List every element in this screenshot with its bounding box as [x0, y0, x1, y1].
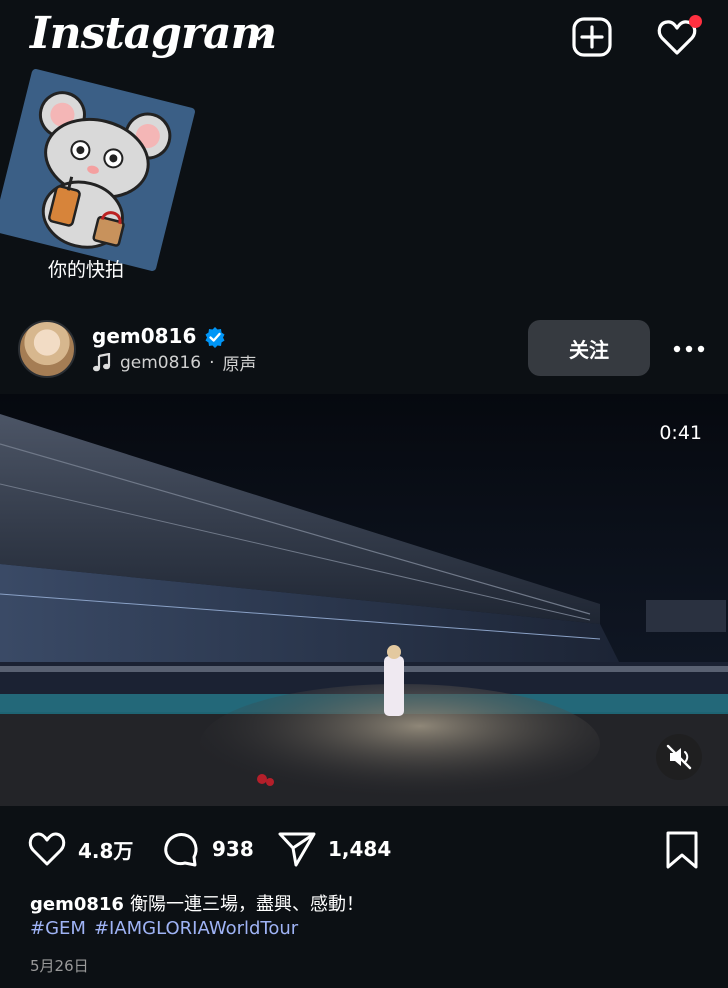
- comment-icon: [164, 833, 198, 867]
- video-duration: 0:41: [659, 422, 702, 444]
- more-options-icon[interactable]: [670, 338, 708, 360]
- comment-count: 938: [212, 837, 254, 861]
- comment-button[interactable]: 938: [160, 828, 254, 870]
- story-sticker[interactable]: [0, 68, 196, 272]
- audio-separator: ·: [209, 352, 215, 373]
- send-icon: [278, 832, 316, 867]
- mouse-sticker-illustration: [38, 91, 172, 249]
- new-post-icon[interactable]: [570, 15, 614, 59]
- mute-button[interactable]: [656, 734, 702, 780]
- audio-title: 原声: [222, 355, 257, 375]
- share-button[interactable]: 1,484: [276, 828, 391, 870]
- post-caption: gem0816 衡陽一連三場，盡興、感動！: [30, 890, 364, 916]
- post-date: 5月26日: [30, 957, 89, 975]
- concert-stadium-scene: [0, 394, 728, 806]
- caption-username[interactable]: gem0816: [30, 894, 124, 915]
- like-button[interactable]: 4.8万: [26, 828, 133, 870]
- follow-button[interactable]: 关注: [528, 320, 650, 376]
- share-count: 1,484: [328, 837, 392, 861]
- verified-badge-icon: [205, 327, 225, 348]
- post-video[interactable]: 0:41: [0, 394, 728, 806]
- chevron-down-icon[interactable]: [248, 24, 270, 46]
- notification-dot: [689, 15, 702, 28]
- post-header: gem0816 gem0816 · 原声 关注: [0, 316, 728, 382]
- hashtag-link[interactable]: #GEM: [30, 918, 86, 939]
- post-actions: 4.8万 938 1,484: [0, 820, 728, 876]
- audio-artist: gem0816: [120, 352, 202, 373]
- heart-outline-icon: [28, 832, 66, 866]
- like-count: 4.8万: [78, 838, 134, 863]
- audio-link[interactable]: gem0816 · 原声: [92, 350, 256, 375]
- instagram-logo[interactable]: Instagram: [30, 8, 277, 59]
- post-username[interactable]: gem0816: [92, 324, 196, 348]
- muted-speaker-icon: [666, 744, 692, 770]
- bookmark-icon[interactable]: [664, 830, 700, 870]
- story-caption: 你的快拍: [48, 259, 125, 281]
- hashtag-link[interactable]: #IAMGLORIAWorldTour: [94, 918, 298, 939]
- avatar[interactable]: [18, 320, 76, 378]
- caption-text: 衡陽一連三場，盡興、感動！: [129, 894, 364, 915]
- top-bar: Instagram: [0, 0, 728, 80]
- hashtag-list: #GEM #IAMGLORIAWorldTour: [30, 918, 306, 939]
- music-note-icon: [93, 352, 111, 371]
